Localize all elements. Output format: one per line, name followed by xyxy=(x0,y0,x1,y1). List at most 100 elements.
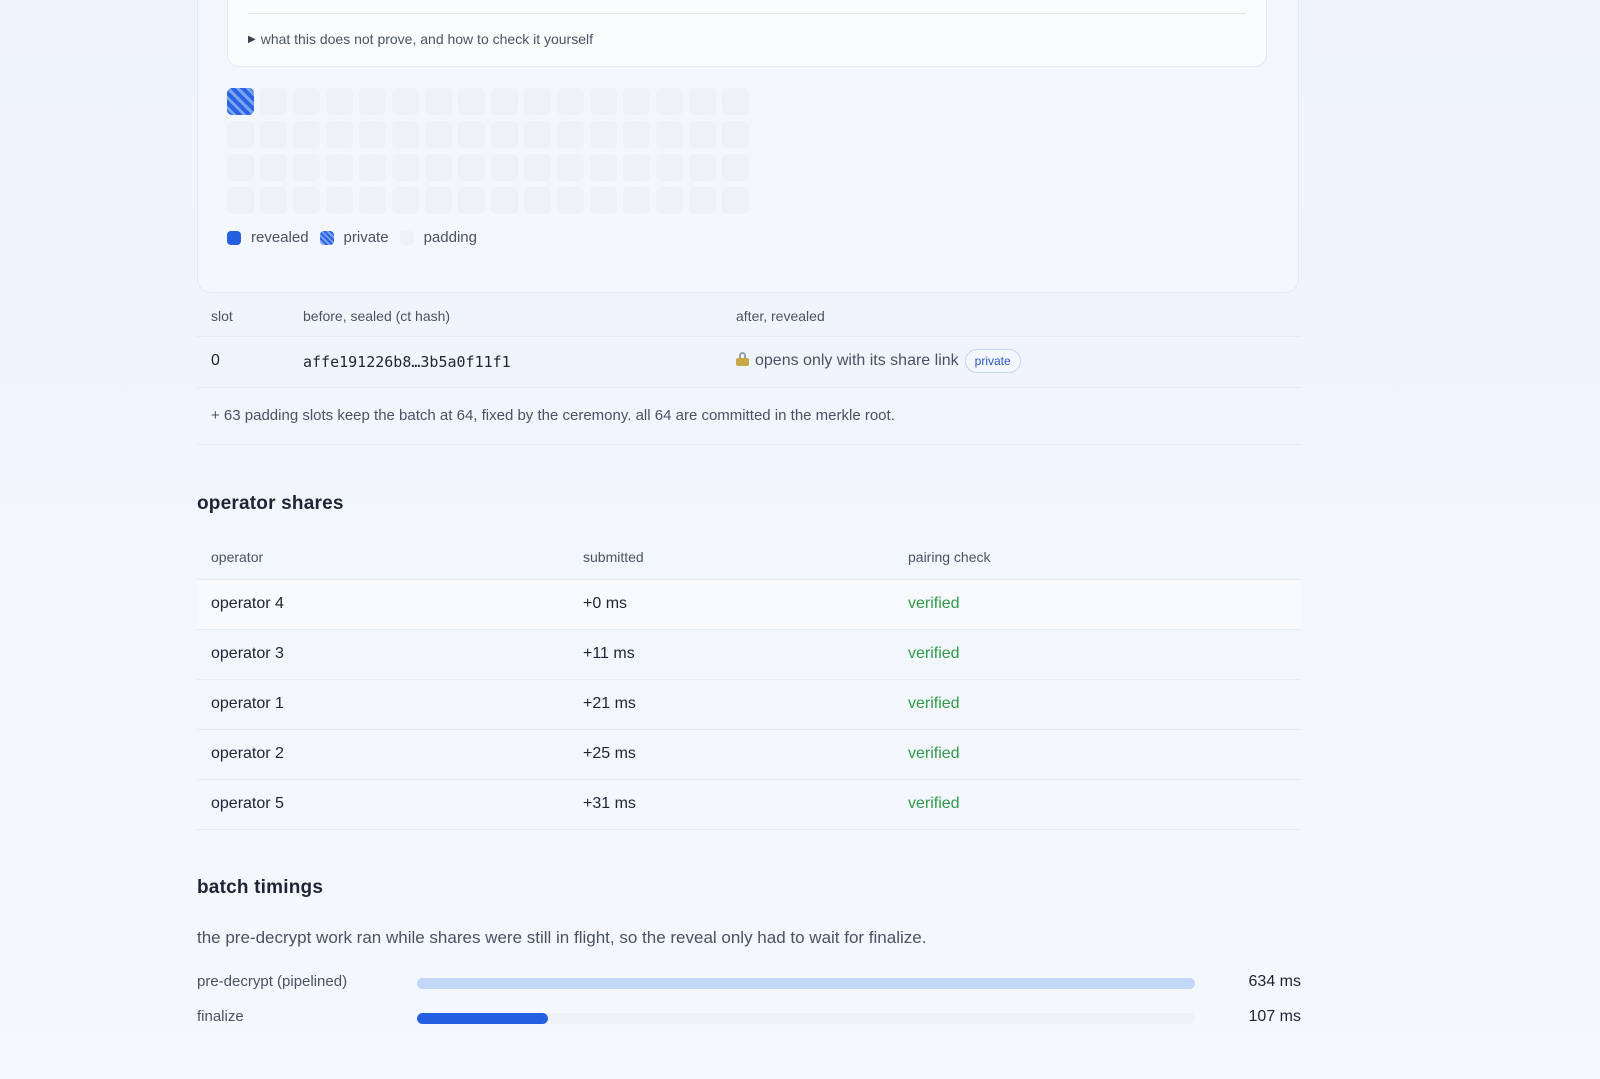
slot-cell-padding xyxy=(557,88,584,115)
slot-cell-padding xyxy=(392,88,419,115)
col-slot: slot xyxy=(211,308,233,324)
slot-cell-padding xyxy=(590,88,617,115)
slot-cell-padding xyxy=(491,154,518,181)
slot-cell-padding xyxy=(425,121,452,148)
slot-cell-padding xyxy=(689,88,716,115)
private-swatch xyxy=(319,230,334,245)
slot-cell-padding xyxy=(491,121,518,148)
slot-cell-padding xyxy=(557,154,584,181)
table-row: operator 5 +31 ms verified xyxy=(197,780,1301,829)
slot-cell-padding xyxy=(326,187,353,214)
slot-cell-padding xyxy=(722,187,749,214)
padding-note: + 63 padding slots keep the batch at 64,… xyxy=(211,407,895,424)
divider xyxy=(248,13,1246,14)
proof-disclosure[interactable]: ▶ what this does not prove, and how to c… xyxy=(248,31,593,47)
slot-cell-padding xyxy=(623,187,650,214)
submitted-time: +21 ms xyxy=(583,695,636,712)
timing-bar-row: finalize 107 ms xyxy=(197,1008,1301,1028)
operator-name: operator 1 xyxy=(211,695,284,712)
status-badge: private xyxy=(964,349,1021,373)
operator-name: operator 2 xyxy=(211,745,284,762)
divider xyxy=(197,444,1301,445)
legend-padding-label: padding xyxy=(423,229,477,246)
submitted-time: +31 ms xyxy=(583,795,636,812)
timing-fill xyxy=(417,1013,549,1024)
table-row: operator 2 +25 ms verified xyxy=(197,730,1301,779)
disclosure-label: what this does not prove, and how to che… xyxy=(260,31,593,47)
col-before: before, sealed (ct hash) xyxy=(303,308,451,324)
timing-label: pre-decrypt (pipelined) xyxy=(197,973,348,990)
slot-cell-padding xyxy=(722,121,749,148)
batch-timings-title: batch timings xyxy=(197,877,324,898)
slot-cell-padding xyxy=(293,187,320,214)
timing-value: 634 ms xyxy=(1248,973,1301,990)
slot-cell-padding xyxy=(524,88,551,115)
operator-name: operator 3 xyxy=(211,645,284,662)
legend-revealed: revealed xyxy=(227,229,309,246)
timing-value: 107 ms xyxy=(1248,1008,1301,1025)
col-after: after, revealed xyxy=(736,308,825,324)
slot-cell-padding xyxy=(590,187,617,214)
reveal-status-text: opens only with its share link xyxy=(755,352,959,370)
slot-cell-padding xyxy=(590,154,617,181)
slot-cell-padding xyxy=(392,154,419,181)
slot-cell-padding xyxy=(656,187,683,214)
pairing-status: verified xyxy=(908,745,960,762)
submitted-time: +0 ms xyxy=(583,595,628,612)
legend-revealed-label: revealed xyxy=(251,229,309,246)
submitted-time: +11 ms xyxy=(583,645,635,662)
timing-label: finalize xyxy=(197,1008,244,1025)
slot-cell-padding xyxy=(260,154,287,181)
slot-cell-padding xyxy=(326,121,353,148)
col-submitted: submitted xyxy=(583,549,644,565)
table-row: operator 1 +21 ms verified xyxy=(197,680,1301,729)
operator-name: operator 4 xyxy=(211,595,284,612)
pairing-status: verified xyxy=(908,645,960,662)
slot-cell-padding xyxy=(227,154,254,181)
slot-cell-padding xyxy=(326,88,353,115)
slot-cell-padding xyxy=(227,187,254,214)
operator-shares-title: operator shares xyxy=(197,493,344,514)
slot-cell-padding xyxy=(458,154,485,181)
slot-cell-padding xyxy=(392,121,419,148)
slot-cell-padding xyxy=(293,121,320,148)
padding-swatch xyxy=(399,230,414,245)
slot-cell-padding xyxy=(656,154,683,181)
legend-private-label: private xyxy=(343,229,389,246)
lock-icon xyxy=(736,352,749,367)
slot-legend: revealed private padding xyxy=(227,229,488,246)
pairing-status: verified xyxy=(908,795,960,812)
slot-cell-padding xyxy=(425,154,452,181)
slot-cell-padding xyxy=(359,187,386,214)
slot-cell-padding xyxy=(557,187,584,214)
submitted-time: +25 ms xyxy=(583,745,636,762)
slot-cell-padding xyxy=(491,187,518,214)
divider xyxy=(197,829,1301,830)
slot-cell-padding xyxy=(425,187,452,214)
slot-cell-padding xyxy=(491,88,518,115)
slot-cell-padding xyxy=(623,154,650,181)
slot-cell-padding xyxy=(656,88,683,115)
reveal-status: opens only with its share link private xyxy=(736,349,1021,373)
table-row: operator 4 +0 ms verified xyxy=(197,580,1301,629)
slot-cell-padding xyxy=(293,88,320,115)
timing-track xyxy=(417,1013,1195,1024)
slot-cell-padding xyxy=(524,154,551,181)
slot-cell-padding xyxy=(227,121,254,148)
slot-cell-padding xyxy=(689,154,716,181)
divider xyxy=(197,336,1301,337)
slot-cell-padding xyxy=(458,121,485,148)
pairing-status: verified xyxy=(908,695,960,712)
timing-bar-row: pre-decrypt (pipelined) 634 ms xyxy=(197,973,1301,993)
slot-cell-padding xyxy=(392,187,419,214)
slot-cell-padding xyxy=(260,121,287,148)
slot-cell-padding xyxy=(722,154,749,181)
slot-cell-padding xyxy=(458,187,485,214)
legend-padding: padding xyxy=(399,229,477,246)
slot-cell-private xyxy=(227,88,254,115)
revealed-swatch xyxy=(227,230,241,245)
slot-cell-padding xyxy=(326,154,353,181)
slot-cell-padding xyxy=(260,187,287,214)
slot-cell-padding xyxy=(458,88,485,115)
timing-fill xyxy=(417,978,1195,989)
